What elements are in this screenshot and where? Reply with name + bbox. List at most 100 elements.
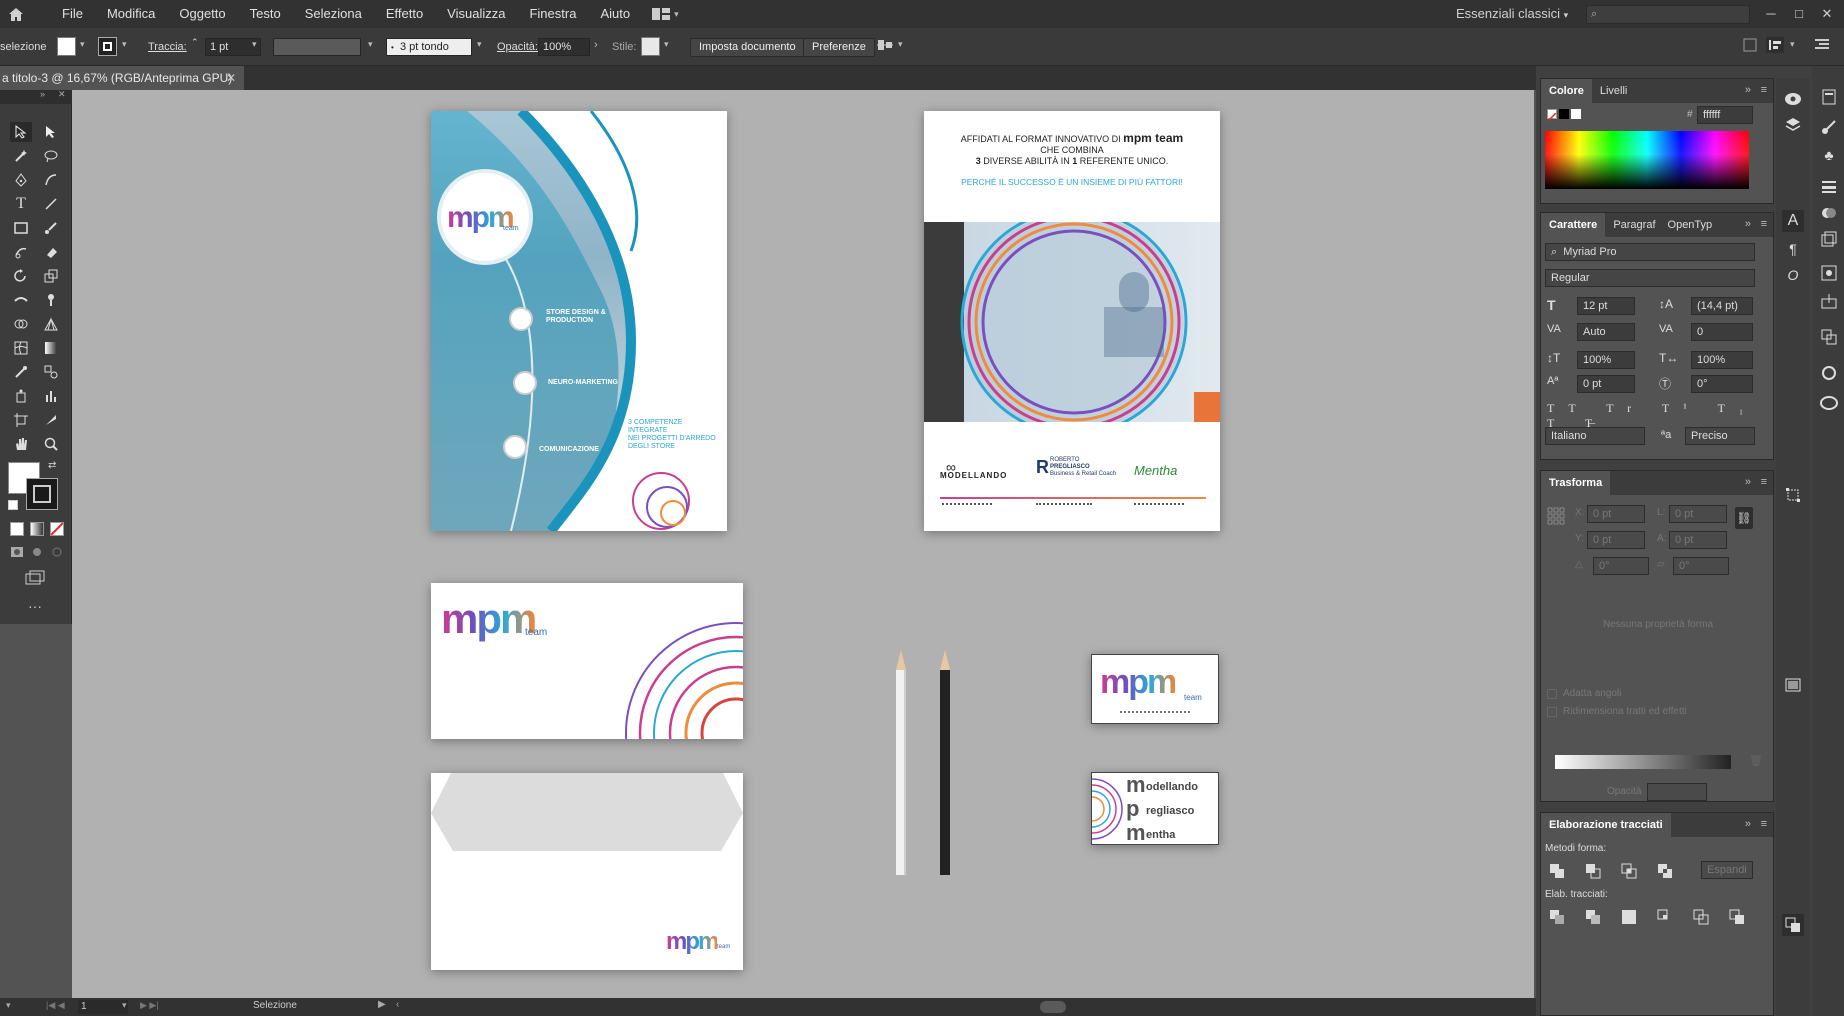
trim-icon[interactable] [1585, 909, 1601, 925]
first-artboard-icon[interactable]: |◀ ◀ [46, 1000, 65, 1011]
paragraph-icon[interactable]: ¶ [1782, 238, 1804, 260]
character-panel-menu-icon[interactable]: ≡ [1761, 218, 1767, 230]
opentype-icon[interactable]: O [1782, 264, 1804, 286]
minus-back-icon[interactable] [1729, 909, 1745, 925]
scroll-left-icon[interactable]: ‹ [396, 999, 399, 1010]
document-tab[interactable]: a titolo-3 @ 16,67% (RGB/Anteprima GPU) … [0, 66, 244, 90]
properties-dropdown-icon[interactable]: ▾ [1790, 39, 1795, 50]
envelope-artboard[interactable]: mpm team [431, 773, 743, 970]
font-size-field[interactable]: 12 pt [1577, 297, 1635, 315]
menu-visualizza[interactable]: Visualizza [435, 0, 517, 28]
symbols-icon[interactable]: ♣ [1818, 144, 1840, 166]
opacity-label[interactable]: Opacità: [497, 41, 538, 53]
artboard-dropdown-icon[interactable]: ▾ [122, 1000, 127, 1011]
align-dropdown-icon[interactable]: ▾ [898, 39, 903, 50]
edit-toolbar-icon[interactable]: ··· [28, 598, 42, 614]
slice-tool-icon[interactable] [40, 410, 62, 430]
tab-colore[interactable]: Colore [1541, 79, 1592, 103]
graphic-styles-icon[interactable] [1818, 262, 1840, 284]
delete-stop-icon[interactable]: 🗑 [1749, 754, 1763, 767]
preferences-button[interactable]: Preferenze [803, 38, 875, 57]
stroke-stepper-icon[interactable]: ⌃ [191, 37, 199, 48]
scale-strokes-checkbox[interactable] [1547, 707, 1557, 717]
swap-fill-stroke-icon[interactable]: ⇄ [48, 460, 56, 471]
column-graph-tool-icon[interactable] [40, 386, 62, 406]
artboards-icon[interactable] [1818, 326, 1840, 348]
stroke-icon[interactable] [1818, 176, 1840, 198]
letterhead-artboard[interactable]: mpm team [431, 583, 743, 739]
shaper-tool-icon[interactable] [10, 242, 32, 262]
business-card-back[interactable]: mpm odellando regliasco entha [1091, 772, 1219, 845]
black-swatch[interactable] [1559, 109, 1569, 119]
transform-panel-menu-icon[interactable]: ≡ [1761, 476, 1767, 488]
eraser-tool-icon[interactable] [40, 242, 62, 262]
rotate-tool-icon[interactable] [10, 266, 32, 286]
close-tools-icon[interactable]: ✕ [58, 89, 66, 100]
asset-export-icon[interactable] [1818, 290, 1840, 312]
brochure-cover-artboard[interactable]: mpm team STORE DESIGN & PRODUCTION NEURO-… [431, 111, 727, 531]
kerning-field[interactable]: Auto [1577, 323, 1635, 341]
tab-livelli[interactable]: Livelli [1592, 79, 1636, 103]
char-rotation-field[interactable]: 0° [1691, 375, 1753, 393]
color-spectrum[interactable] [1545, 131, 1749, 189]
stroke-weight-dropdown-icon[interactable]: ▾ [252, 39, 257, 50]
hand-tool-icon[interactable] [10, 434, 32, 454]
workspace-switcher[interactable]: Essenziali classici ▾ [1456, 0, 1568, 29]
tools-panel-header[interactable]: » ✕ [0, 89, 72, 104]
character-icon[interactable]: A [1782, 210, 1804, 232]
tracking-field[interactable]: 0 [1691, 323, 1753, 341]
expand-panel-icon-2[interactable]: » [1745, 218, 1751, 230]
width-tool-icon[interactable] [10, 290, 32, 310]
anti-alias-field[interactable]: Preciso [1685, 427, 1755, 445]
minus-front-icon[interactable] [1585, 863, 1601, 879]
none-swatch-icon[interactable] [1547, 109, 1557, 122]
scale-corners-checkbox[interactable] [1547, 689, 1557, 699]
baseline-shift-field[interactable]: 0 pt [1577, 375, 1635, 393]
brochure-back-artboard[interactable]: AFFIDATI AL FORMAT INNOVATIVO DI mpm tea… [924, 111, 1220, 531]
next-artboard-icon[interactable]: ▶ ▶| [140, 1000, 159, 1011]
fill-dropdown-icon[interactable]: ▾ [80, 39, 85, 50]
expand-panel-icon-4[interactable]: » [1745, 818, 1751, 830]
close-tab-icon[interactable]: ✕ [226, 66, 236, 90]
expand-panel-icon-3[interactable]: » [1745, 476, 1751, 488]
tab-carattere[interactable]: Carattere [1541, 213, 1606, 237]
gradient-panel-icon[interactable] [1782, 674, 1804, 696]
horizontal-scale-field[interactable]: 100% [1691, 351, 1753, 369]
mesh-tool-icon[interactable] [10, 338, 32, 358]
unite-icon[interactable] [1549, 863, 1565, 879]
style-dropdown-icon[interactable]: ▾ [664, 39, 669, 50]
white-swatch[interactable] [1571, 109, 1581, 119]
artboard-number-field[interactable]: 1 [78, 1000, 128, 1014]
none-mode-icon[interactable] [50, 522, 64, 536]
creative-cloud-icon[interactable] [1818, 392, 1840, 414]
lasso-tool-icon[interactable] [40, 146, 62, 166]
libraries-icon[interactable] [1782, 88, 1804, 110]
brush-field[interactable]: • 3 pt tondo [386, 38, 472, 56]
opacity-arrow-icon[interactable]: › [594, 39, 598, 51]
menu-seleziona[interactable]: Seleziona [293, 0, 374, 28]
menu-testo[interactable]: Testo [238, 0, 293, 28]
draw-behind-icon[interactable] [30, 546, 44, 558]
status-menu-icon[interactable]: ▶ [378, 999, 386, 1010]
menu-aiuto[interactable]: Aiuto [588, 0, 642, 28]
tab-trasforma[interactable]: Trasforma [1541, 471, 1611, 495]
brushes-icon[interactable] [1818, 116, 1840, 138]
divide-icon[interactable] [1549, 909, 1565, 925]
home-icon[interactable] [2, 0, 30, 28]
tab-elaborazione-tracciati[interactable]: Elaborazione tracciati [1541, 813, 1671, 837]
layers-icon[interactable] [1782, 114, 1804, 136]
language-field[interactable]: Italiano [1545, 427, 1645, 445]
tab-paragrafo[interactable]: Paragraf [1605, 213, 1663, 237]
close-window-button[interactable]: ✕ [1814, 0, 1840, 28]
collapse-tools-icon[interactable]: » [40, 89, 45, 99]
transparency-icon[interactable] [1818, 202, 1840, 224]
style-swatch[interactable] [641, 37, 660, 56]
color-panel-menu-icon[interactable]: ≡ [1761, 84, 1767, 96]
x-field[interactable]: 0 pt [1587, 505, 1645, 523]
rectangle-tool-icon[interactable] [10, 218, 32, 238]
shape-builder-tool-icon[interactable] [10, 314, 32, 334]
line-tool-icon[interactable] [40, 194, 62, 214]
menu-oggetto[interactable]: Oggetto [167, 0, 237, 28]
rotate-angle-field[interactable]: 0° [1593, 557, 1649, 575]
expand-button[interactable]: Espandi [1701, 861, 1753, 879]
